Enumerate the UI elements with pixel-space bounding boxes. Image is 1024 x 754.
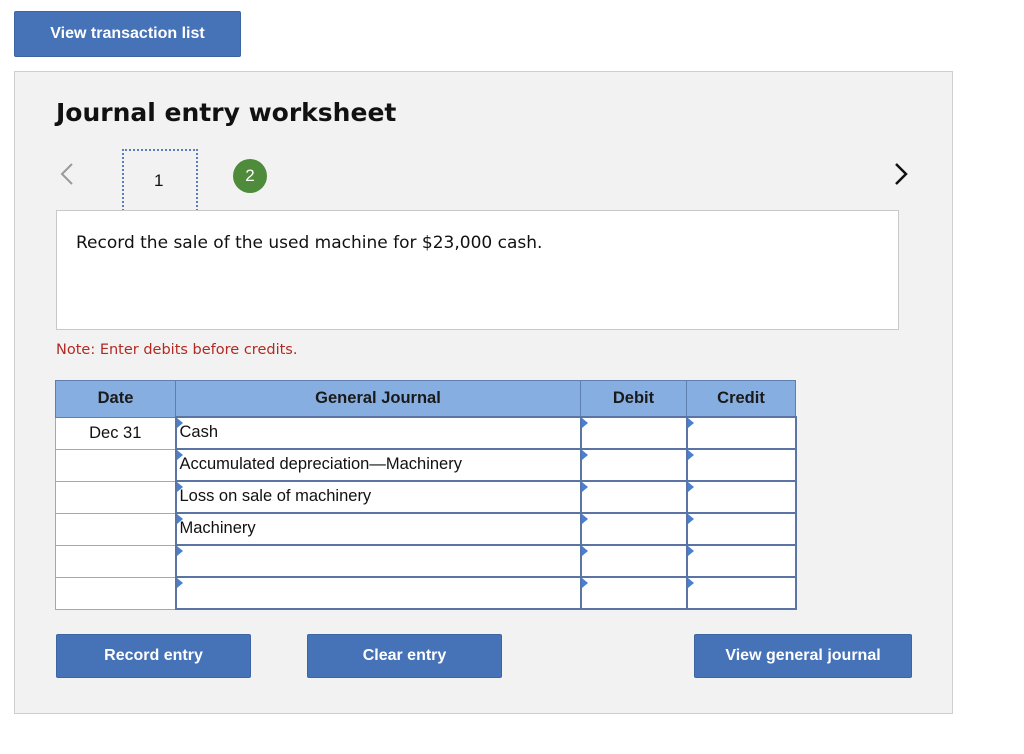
- table-row: [55, 544, 797, 578]
- table-row: Dec 31 Cash: [55, 416, 797, 450]
- account-cell[interactable]: Machinery: [174, 512, 582, 546]
- step-2-label: 2: [245, 166, 255, 185]
- account-cell[interactable]: Loss on sale of machinery: [174, 480, 582, 514]
- account-cell[interactable]: Cash: [174, 416, 582, 450]
- debit-cell[interactable]: [579, 512, 688, 546]
- date-cell[interactable]: [55, 480, 176, 514]
- triangle-marker-icon: [687, 514, 694, 524]
- debit-header: Debit: [580, 380, 687, 418]
- triangle-marker-icon: [687, 578, 694, 588]
- triangle-marker-icon: [687, 482, 694, 492]
- date-header: Date: [55, 380, 176, 418]
- triangle-marker-icon: [581, 482, 588, 492]
- debit-cell[interactable]: [579, 544, 688, 578]
- account-name: Accumulated depreciation—Machinery: [179, 455, 462, 473]
- clear-entry-button[interactable]: Clear entry: [307, 634, 502, 678]
- journal-worksheet-panel: Journal entry worksheet 1 2 Record the s…: [14, 71, 953, 714]
- triangle-marker-icon: [581, 546, 588, 556]
- triangle-marker-icon: [687, 546, 694, 556]
- table-row: Accumulated depreciation—Machinery: [55, 448, 797, 482]
- triangle-marker-icon: [581, 578, 588, 588]
- triangle-marker-icon: [176, 546, 183, 556]
- triangle-marker-icon: [581, 514, 588, 524]
- account-name: Loss on sale of machinery: [179, 487, 372, 505]
- date-cell[interactable]: Dec 31: [55, 416, 176, 450]
- debit-cell[interactable]: [579, 480, 688, 514]
- table-row: [55, 576, 797, 610]
- credit-cell[interactable]: [685, 576, 797, 610]
- transaction-description: Record the sale of the used machine for …: [76, 233, 543, 253]
- general-journal-header: General Journal: [175, 380, 581, 418]
- credit-cell[interactable]: [685, 544, 797, 578]
- triangle-marker-icon: [176, 578, 183, 588]
- chevron-right-icon[interactable]: [889, 160, 913, 188]
- triangle-marker-icon: [581, 418, 588, 428]
- table-header-row: Date General Journal Debit Credit: [55, 380, 796, 418]
- debit-cell[interactable]: [579, 448, 688, 482]
- table-row: Machinery: [55, 512, 797, 546]
- view-general-journal-button[interactable]: View general journal: [694, 634, 912, 678]
- entry-note: Note: Enter debits before credits.: [56, 342, 298, 358]
- date-cell[interactable]: [55, 576, 176, 610]
- chevron-left-icon[interactable]: [55, 160, 79, 188]
- date-cell[interactable]: [55, 448, 176, 482]
- date-cell[interactable]: [55, 544, 176, 578]
- transaction-description-box: Record the sale of the used machine for …: [56, 210, 899, 330]
- triangle-marker-icon: [581, 450, 588, 460]
- record-entry-button[interactable]: Record entry: [56, 634, 251, 678]
- date-cell[interactable]: [55, 512, 176, 546]
- credit-header: Credit: [686, 380, 796, 418]
- view-transaction-list-button[interactable]: View transaction list: [14, 11, 241, 57]
- general-journal-table: Date General Journal Debit Credit Dec 31…: [55, 380, 797, 610]
- account-cell[interactable]: [174, 544, 582, 578]
- debit-cell[interactable]: [579, 416, 688, 450]
- debit-cell[interactable]: [579, 576, 688, 610]
- page-title: Journal entry worksheet: [56, 98, 397, 127]
- triangle-marker-icon: [687, 450, 694, 460]
- step-2-badge[interactable]: 2: [233, 159, 267, 193]
- credit-cell[interactable]: [685, 448, 797, 482]
- step-1-label: 1: [154, 171, 164, 190]
- account-name: Cash: [179, 423, 219, 441]
- credit-cell[interactable]: [685, 480, 797, 514]
- credit-cell[interactable]: [685, 512, 797, 546]
- credit-cell[interactable]: [685, 416, 797, 450]
- account-cell[interactable]: Accumulated depreciation—Machinery: [174, 448, 582, 482]
- triangle-marker-icon: [687, 418, 694, 428]
- account-name: Machinery: [179, 519, 256, 537]
- step-1-tab[interactable]: 1: [122, 149, 198, 211]
- table-row: Loss on sale of machinery: [55, 480, 797, 514]
- account-cell[interactable]: [174, 576, 582, 610]
